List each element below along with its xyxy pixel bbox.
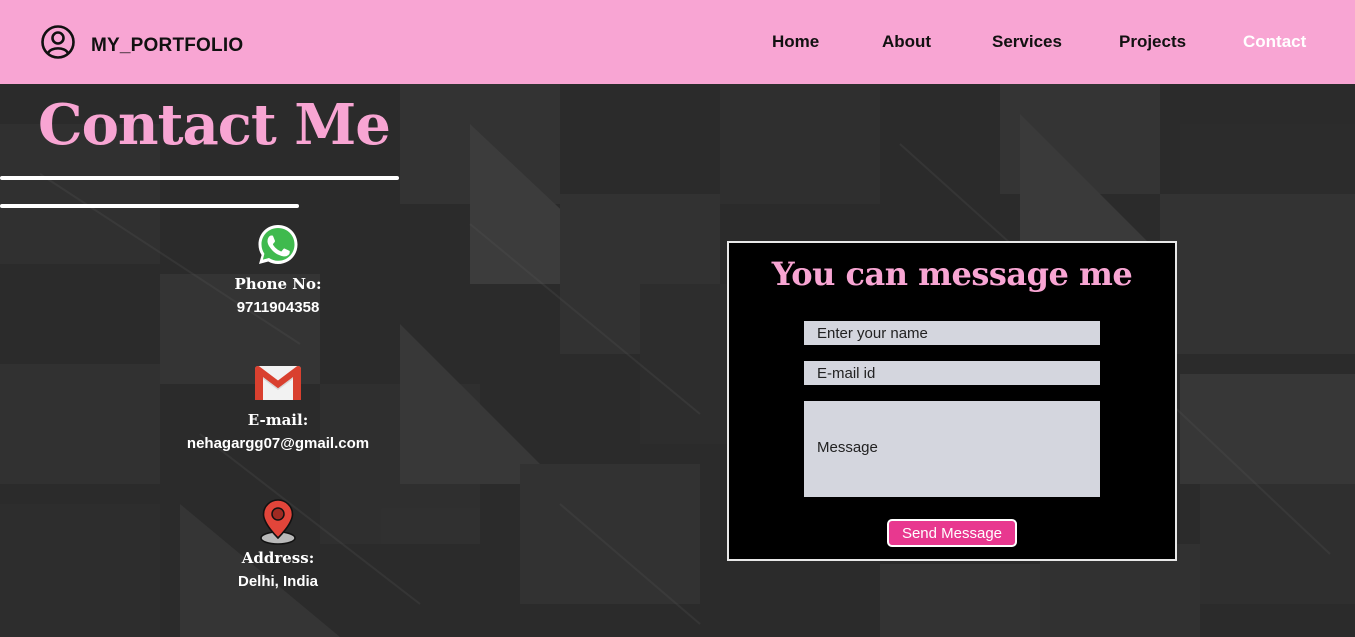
nav-link-home[interactable]: Home	[772, 32, 819, 52]
address-value: Delhi, India	[237, 573, 318, 590]
title-underline-long	[0, 176, 399, 180]
address-label: Address:	[241, 549, 315, 567]
form-title: You can message me	[771, 255, 1133, 293]
gmail-icon[interactable]	[148, 362, 408, 402]
phone-label: Phone No:	[234, 275, 322, 293]
nav-link-services[interactable]: Services	[992, 32, 1062, 52]
address-info: Address: Delhi, India	[148, 498, 408, 592]
message-form: You can message me Send Message	[727, 241, 1177, 561]
nav-links: Home About Services Projects Contact	[0, 32, 1355, 56]
navbar: MY_PORTFOLIO Home About Services Project…	[0, 0, 1355, 84]
nav-link-projects[interactable]: Projects	[1119, 32, 1186, 52]
name-input[interactable]	[804, 321, 1100, 345]
location-pin-icon[interactable]	[148, 498, 408, 546]
whatsapp-icon[interactable]	[148, 222, 408, 268]
phone-value: 9711904358	[236, 299, 320, 316]
message-textarea[interactable]	[804, 401, 1100, 497]
page-title: Contact Me	[38, 92, 391, 158]
email-info: E-mail: nehagargg07@gmail.com	[148, 362, 408, 454]
phone-info: Phone No: 9711904358	[148, 222, 408, 318]
nav-link-contact[interactable]: Contact	[1243, 32, 1306, 52]
nav-link-about[interactable]: About	[882, 32, 931, 52]
title-underline-short	[0, 204, 299, 208]
send-message-button[interactable]: Send Message	[887, 519, 1017, 547]
email-input[interactable]	[804, 361, 1100, 385]
email-label: E-mail:	[247, 411, 309, 429]
email-value: nehagargg07@gmail.com	[186, 435, 370, 452]
